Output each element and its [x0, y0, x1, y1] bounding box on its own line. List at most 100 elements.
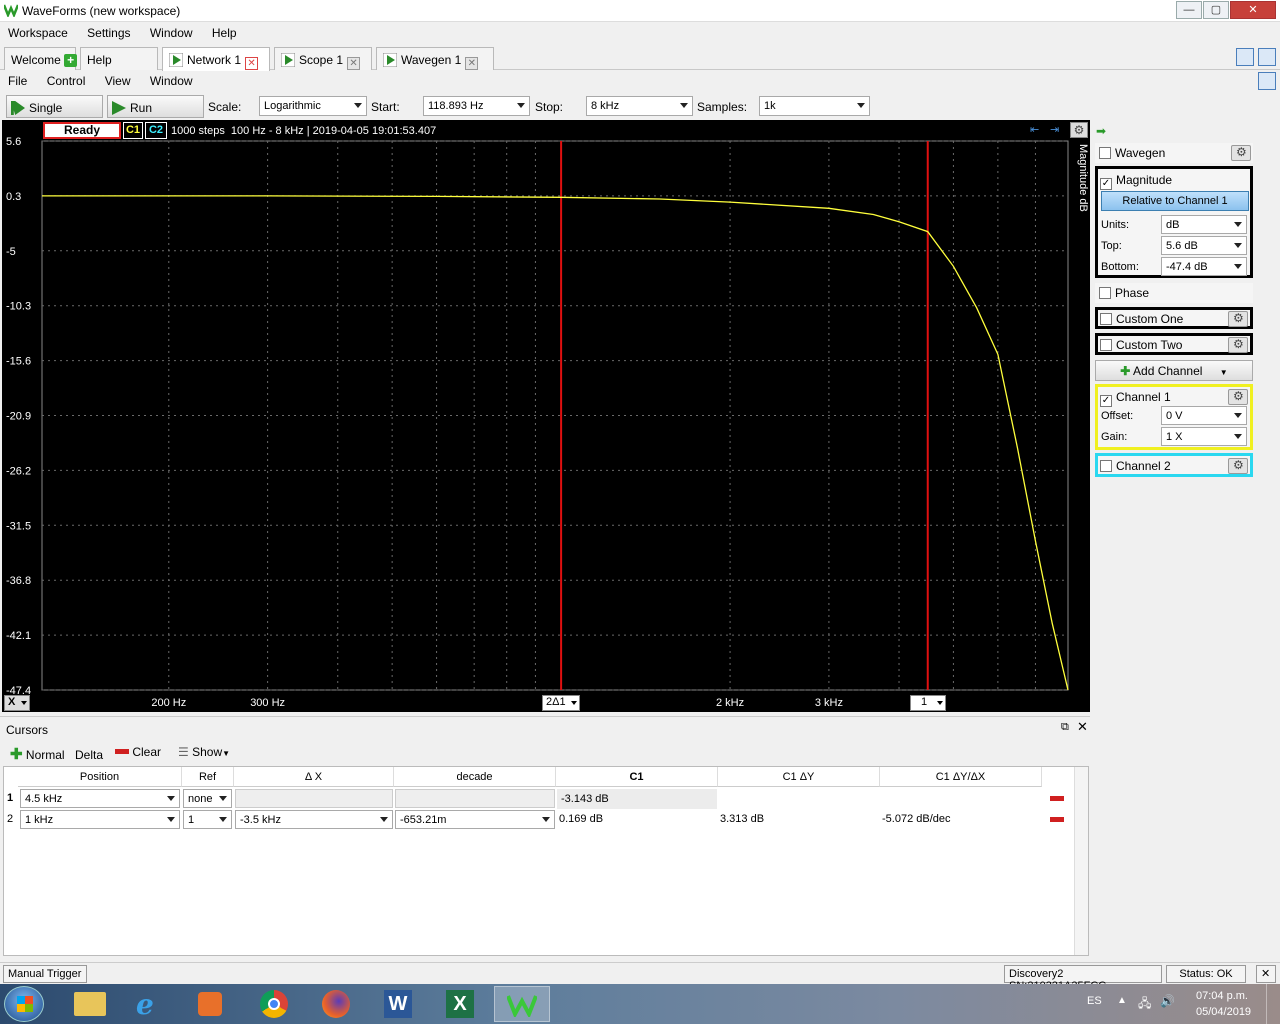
- delta-x-select[interactable]: -3.5 kHz: [235, 810, 393, 829]
- gear-icon[interactable]: [1228, 458, 1248, 474]
- channel1-checkbox[interactable]: ✓: [1100, 395, 1112, 407]
- menu-settings[interactable]: Settings: [79, 23, 138, 40]
- units-select[interactable]: dB: [1161, 215, 1247, 234]
- minimize-button[interactable]: —: [1176, 1, 1202, 19]
- position-select[interactable]: 4.5 kHz: [20, 789, 180, 808]
- maximize-button[interactable]: ▢: [1203, 1, 1229, 19]
- top-select[interactable]: 5.6 dB: [1161, 236, 1247, 255]
- header-decade[interactable]: decade: [394, 767, 556, 787]
- custom-one-checkbox[interactable]: [1100, 313, 1112, 325]
- menu-view[interactable]: View: [97, 71, 139, 88]
- taskbar-ie[interactable]: e: [122, 986, 178, 1022]
- scale-select[interactable]: Logarithmic: [259, 96, 367, 116]
- tab-help[interactable]: Help: [80, 47, 158, 70]
- taskbar-word[interactable]: W: [370, 986, 426, 1022]
- header-c1-delta-y[interactable]: C1 ΔY: [718, 767, 880, 787]
- single-button[interactable]: Single: [6, 95, 103, 118]
- menu-workspace[interactable]: Workspace: [0, 23, 76, 40]
- arrow-right-icon[interactable]: ➡: [1096, 124, 1106, 138]
- ref-select[interactable]: 1: [183, 810, 232, 829]
- close-icon[interactable]: ✕: [465, 57, 479, 70]
- close-icon[interactable]: ✕: [245, 57, 259, 70]
- table-scrollbar[interactable]: [1074, 767, 1088, 955]
- tab-scope[interactable]: Scope 1 ✕: [274, 47, 372, 70]
- menu-file[interactable]: File: [0, 71, 35, 88]
- decade-select[interactable]: -653.21m: [395, 810, 555, 829]
- close-icon[interactable]: ✕: [1256, 965, 1276, 983]
- manual-trigger-button[interactable]: Manual Trigger: [3, 965, 87, 983]
- menu-window[interactable]: Window: [142, 71, 201, 88]
- language-indicator[interactable]: ES: [1087, 995, 1102, 1007]
- detach-tab-icon[interactable]: [1258, 48, 1276, 66]
- start-button[interactable]: [4, 986, 44, 1022]
- taskbar-excel[interactable]: X: [432, 986, 488, 1022]
- magnitude-plot[interactable]: 5.6 0.3 -5 -10.3 -15.6 -20.9 -26.2 -31.5 -36.8 -4…: [2, 120, 1090, 712]
- tab-welcome[interactable]: Welcome +: [4, 47, 78, 70]
- delta-cursor-button[interactable]: Delta: [75, 748, 103, 762]
- header-position[interactable]: Position: [18, 767, 182, 787]
- offset-select[interactable]: 0 V: [1161, 406, 1247, 425]
- channel2-badge[interactable]: C2: [145, 122, 167, 139]
- zoom-x-icon[interactable]: ⇤: [1030, 123, 1044, 137]
- menu-control[interactable]: Control: [39, 71, 94, 88]
- clear-cursors-button[interactable]: Clear: [115, 745, 161, 759]
- header-c1[interactable]: C1: [556, 767, 718, 787]
- stop-select[interactable]: 8 kHz: [586, 96, 693, 116]
- header-c1-slope[interactable]: C1 ΔY/ΔX: [880, 767, 1042, 787]
- clock-date[interactable]: 05/04/2019: [1196, 1006, 1251, 1018]
- relative-to-channel-button[interactable]: Relative to Channel 1: [1101, 191, 1249, 211]
- clock-time[interactable]: 07:04 p.m.: [1196, 990, 1248, 1002]
- show-menu-button[interactable]: ☰ Show▼: [178, 745, 230, 759]
- menu-help[interactable]: Help: [204, 23, 245, 40]
- tray-expand-icon[interactable]: ▲: [1117, 995, 1127, 1006]
- cursor2-marker[interactable]: 2Δ1: [542, 695, 580, 711]
- taskbar-waveforms[interactable]: [494, 986, 550, 1022]
- channel1-badge[interactable]: C1: [123, 122, 143, 139]
- show-desktop-button[interactable]: [1266, 984, 1280, 1024]
- header-delta-x[interactable]: Δ X: [234, 767, 394, 787]
- phase-row[interactable]: Phase: [1095, 283, 1253, 303]
- header-ref[interactable]: Ref: [182, 767, 234, 787]
- taskbar-firefox[interactable]: [308, 986, 364, 1022]
- magnitude-checkbox[interactable]: ✓: [1100, 178, 1112, 190]
- device-status[interactable]: Discovery2 SN:210321A35FCC: [1004, 965, 1162, 992]
- channel2-checkbox[interactable]: [1100, 460, 1112, 472]
- dock-icon[interactable]: [1258, 72, 1276, 90]
- gear-icon[interactable]: ⚙: [1070, 122, 1088, 138]
- taskbar-media[interactable]: [182, 986, 238, 1022]
- zoom-y-icon[interactable]: ⇥: [1050, 123, 1064, 137]
- taskbar-explorer[interactable]: [62, 986, 118, 1022]
- gear-icon[interactable]: [1228, 389, 1248, 405]
- gain-select[interactable]: 1 X: [1161, 427, 1247, 446]
- bottom-select[interactable]: -47.4 dB: [1161, 257, 1247, 276]
- remove-cursor-icon[interactable]: [1050, 796, 1064, 801]
- network-icon[interactable]: 🖧: [1138, 994, 1151, 1015]
- phase-checkbox[interactable]: [1099, 287, 1111, 299]
- volume-icon[interactable]: 🔊: [1160, 994, 1175, 1008]
- plot-area[interactable]: 5.6 0.3 -5 -10.3 -15.6 -20.9 -26.2 -31.5 -36.8 -4…: [2, 120, 1090, 712]
- add-channel-button[interactable]: ✚ Add Channel ▼: [1095, 360, 1253, 381]
- menu-window[interactable]: Window: [142, 23, 201, 40]
- taskbar-chrome[interactable]: [246, 986, 302, 1022]
- gear-icon[interactable]: [1228, 337, 1248, 353]
- ref-select[interactable]: none: [183, 789, 232, 808]
- tab-wavegen[interactable]: Wavegen 1 ✕: [376, 47, 494, 70]
- custom-two-checkbox[interactable]: [1100, 339, 1112, 351]
- close-icon[interactable]: ✕: [347, 57, 361, 70]
- normal-cursor-button[interactable]: ✚ Normal: [10, 745, 65, 763]
- tab-network[interactable]: Network 1 ✕: [162, 47, 270, 71]
- gear-icon[interactable]: [1228, 311, 1248, 327]
- wavegen-checkbox[interactable]: [1099, 147, 1111, 159]
- x-axis-select[interactable]: X: [4, 695, 30, 711]
- gear-icon[interactable]: [1231, 145, 1251, 161]
- undock-icon[interactable]: ⧉: [1061, 721, 1069, 734]
- restore-layout-icon[interactable]: [1236, 48, 1254, 66]
- run-button[interactable]: Run: [107, 95, 204, 118]
- samples-select[interactable]: 1k: [759, 96, 870, 116]
- cursor1-marker[interactable]: 1: [910, 695, 946, 711]
- close-button[interactable]: ✕: [1230, 1, 1276, 19]
- remove-cursor-icon[interactable]: [1050, 817, 1064, 822]
- wavegen-row[interactable]: Wavegen: [1095, 143, 1253, 163]
- close-icon[interactable]: ✕: [1077, 719, 1088, 735]
- position-select[interactable]: 1 kHz: [20, 810, 180, 829]
